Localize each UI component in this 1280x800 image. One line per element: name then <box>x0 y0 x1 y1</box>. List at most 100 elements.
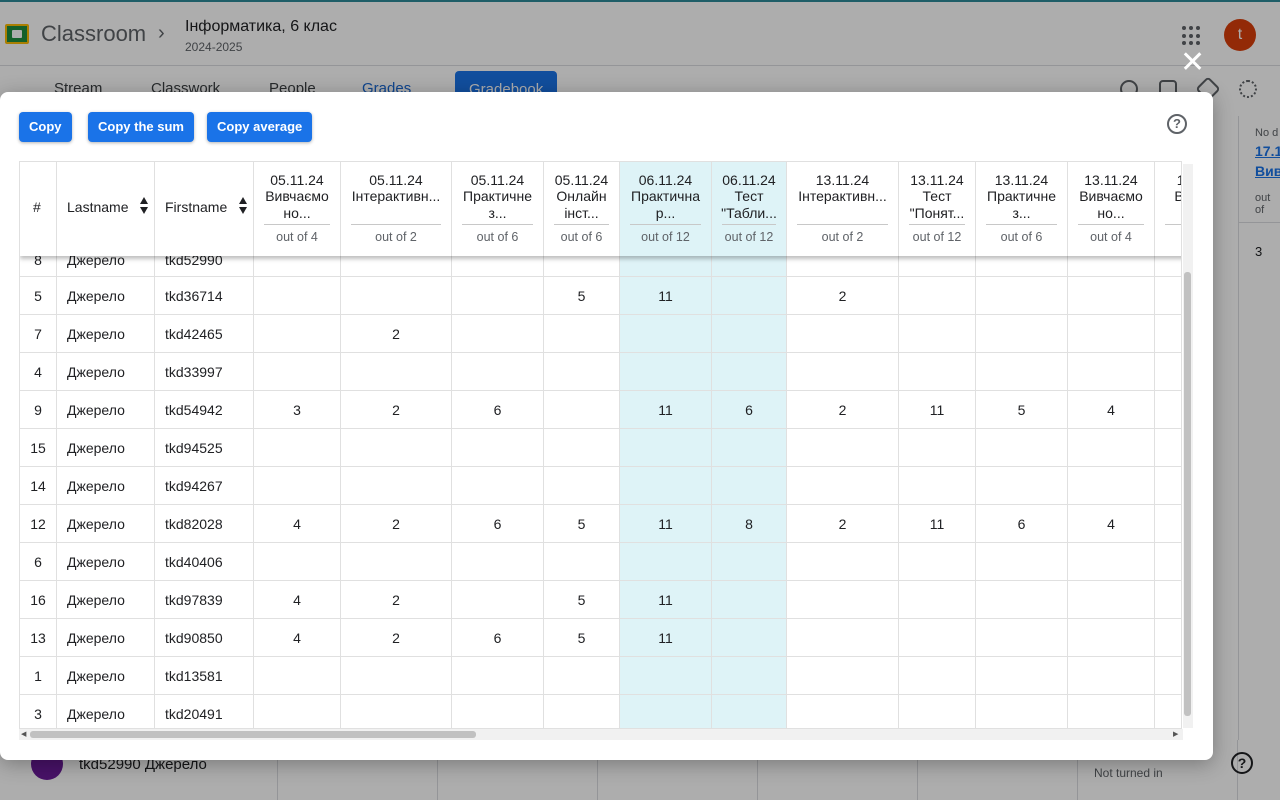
horizontal-scroll-thumb[interactable] <box>30 731 476 738</box>
grade-cell[interactable]: 2 <box>341 619 452 656</box>
grade-cell[interactable] <box>341 695 452 728</box>
grade-cell[interactable] <box>254 467 341 504</box>
sort-icon[interactable] <box>238 197 248 217</box>
grade-cell[interactable]: 5 <box>976 391 1068 428</box>
grade-cell[interactable]: 2 <box>787 277 899 314</box>
grade-cell[interactable] <box>712 695 787 728</box>
grade-cell[interactable] <box>976 581 1068 618</box>
grade-cell[interactable] <box>1068 695 1155 728</box>
grade-cell[interactable]: 2 <box>341 391 452 428</box>
assignment-column-header[interactable]: 06.11.24 Тест "Табли... out of 12 <box>712 162 787 256</box>
grade-cell[interactable] <box>452 695 544 728</box>
grade-cell[interactable] <box>1155 581 1181 618</box>
grade-cell[interactable] <box>1068 315 1155 352</box>
grade-cell[interactable] <box>620 353 712 390</box>
grade-cell[interactable] <box>452 581 544 618</box>
assignment-column-header[interactable]: 13.11.24 Тест "Понят... out of 12 <box>899 162 976 256</box>
grade-cell[interactable] <box>787 695 899 728</box>
grade-cell[interactable] <box>544 391 620 428</box>
grade-cell[interactable] <box>899 353 976 390</box>
grade-cell[interactable] <box>544 543 620 580</box>
assignment-column-header[interactable]: 13.11.24 Інтерактивн... out of 2 <box>787 162 899 256</box>
grade-cell[interactable] <box>787 429 899 466</box>
grade-cell[interactable]: 5 <box>544 619 620 656</box>
grade-cell[interactable] <box>976 543 1068 580</box>
grade-cell[interactable]: 5 <box>544 277 620 314</box>
assignment-column-header[interactable]: 05.11.24 Онлайн інст... out of 6 <box>544 162 620 256</box>
grade-cell[interactable] <box>976 695 1068 728</box>
grade-cell[interactable] <box>452 353 544 390</box>
grade-cell[interactable] <box>452 315 544 352</box>
grade-cell[interactable] <box>341 353 452 390</box>
grade-cell[interactable]: 11 <box>620 505 712 542</box>
grade-cell[interactable] <box>787 581 899 618</box>
assignment-column-header[interactable]: 13.11.24 Вивчаємо но... out of 4 <box>1068 162 1155 256</box>
grade-cell[interactable] <box>712 657 787 694</box>
grade-cell[interactable]: 6 <box>452 505 544 542</box>
grade-cell[interactable] <box>976 429 1068 466</box>
grade-cell[interactable] <box>620 467 712 504</box>
assignment-column-header[interactable]: 06.11.24 Практична р... out of 12 <box>620 162 712 256</box>
grade-cell[interactable]: 4 <box>254 505 341 542</box>
grade-cell[interactable]: 4 <box>254 619 341 656</box>
grade-cell[interactable] <box>620 315 712 352</box>
grade-cell[interactable] <box>620 543 712 580</box>
grade-cell[interactable]: 11 <box>899 505 976 542</box>
grade-cell[interactable] <box>452 429 544 466</box>
grade-cell[interactable] <box>620 695 712 728</box>
grade-cell[interactable] <box>341 429 452 466</box>
grade-cell[interactable] <box>787 467 899 504</box>
grade-cell[interactable] <box>452 543 544 580</box>
grade-cell[interactable]: 4 <box>1068 391 1155 428</box>
copy-button[interactable]: Copy <box>19 112 72 142</box>
grade-cell[interactable] <box>712 315 787 352</box>
grade-cell[interactable]: 2 <box>341 581 452 618</box>
grade-cell[interactable] <box>1068 619 1155 656</box>
copy-sum-button[interactable]: Copy the sum <box>88 112 194 142</box>
grade-cell[interactable] <box>899 429 976 466</box>
grade-cell[interactable] <box>712 619 787 656</box>
grade-cell[interactable]: 11 <box>620 619 712 656</box>
grade-cell[interactable] <box>1068 429 1155 466</box>
grade-cell[interactable] <box>1155 467 1181 504</box>
grade-cell[interactable]: 4 <box>1068 505 1155 542</box>
grade-cell[interactable]: 5 <box>544 581 620 618</box>
grade-cell[interactable] <box>1068 353 1155 390</box>
grade-cell[interactable] <box>787 619 899 656</box>
grade-cell[interactable] <box>544 695 620 728</box>
header-lastname[interactable]: Lastname <box>57 162 155 256</box>
grade-cell[interactable]: 2 <box>787 391 899 428</box>
grade-cell[interactable] <box>254 657 341 694</box>
grade-cell[interactable] <box>1155 619 1181 656</box>
grade-cell[interactable] <box>899 581 976 618</box>
scroll-right-icon[interactable]: ▶ <box>1173 730 1178 738</box>
grade-cell[interactable] <box>1155 315 1181 352</box>
grade-cell[interactable] <box>899 695 976 728</box>
assignment-column-header[interactable]: 19Виі o <box>1155 162 1181 256</box>
grade-cell[interactable] <box>1155 277 1181 314</box>
grade-cell[interactable] <box>341 467 452 504</box>
grade-cell[interactable] <box>341 657 452 694</box>
grade-cell[interactable] <box>544 429 620 466</box>
grade-cell[interactable] <box>1155 543 1181 580</box>
grade-cell[interactable]: 6 <box>452 619 544 656</box>
grade-cell[interactable] <box>1155 505 1181 542</box>
assignment-column-header[interactable]: 05.11.24 Практичне з... out of 6 <box>452 162 544 256</box>
grade-cell[interactable] <box>254 353 341 390</box>
grade-cell[interactable]: 6 <box>976 505 1068 542</box>
grade-cell[interactable] <box>1155 695 1181 728</box>
grade-cell[interactable] <box>1068 467 1155 504</box>
grade-cell[interactable] <box>544 657 620 694</box>
grade-cell[interactable]: 11 <box>899 391 976 428</box>
scroll-left-icon[interactable]: ◀ <box>21 730 26 738</box>
grade-cell[interactable] <box>976 619 1068 656</box>
grade-cell[interactable] <box>544 353 620 390</box>
grade-cell[interactable] <box>254 695 341 728</box>
grade-cell[interactable] <box>712 581 787 618</box>
grade-cell[interactable] <box>254 543 341 580</box>
grade-cell[interactable]: 5 <box>544 505 620 542</box>
grade-cell[interactable] <box>976 467 1068 504</box>
grade-cell[interactable] <box>787 353 899 390</box>
grade-cell[interactable] <box>787 657 899 694</box>
vertical-scroll-thumb[interactable] <box>1184 272 1191 716</box>
